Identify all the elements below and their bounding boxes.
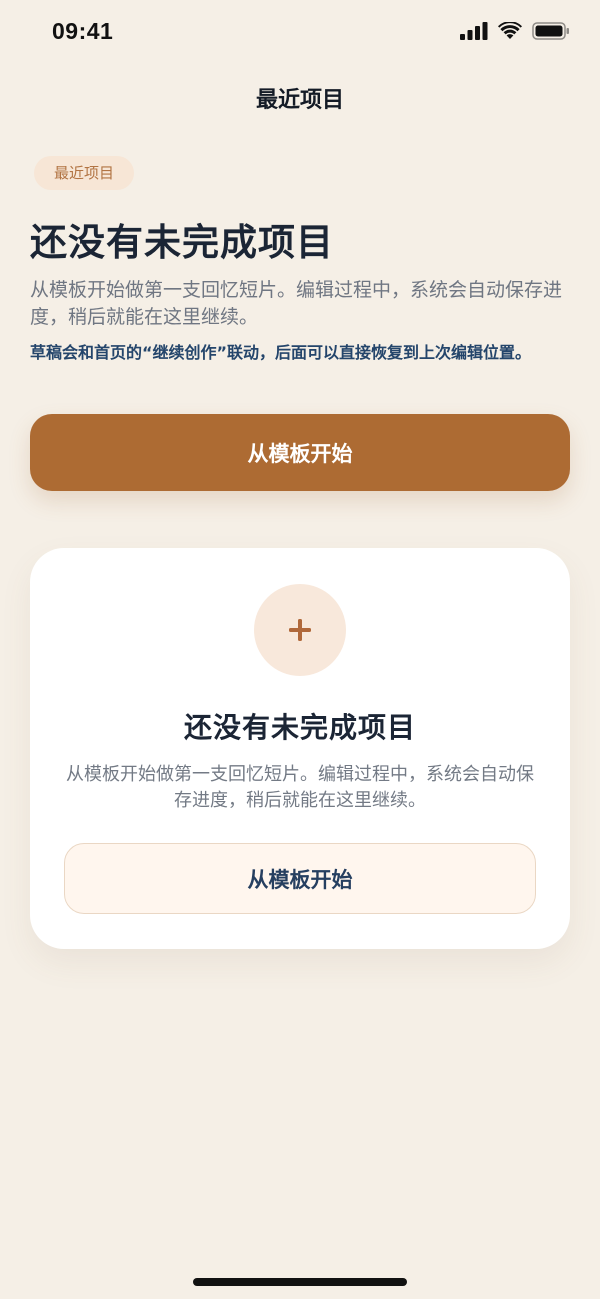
status-icons <box>460 22 570 40</box>
add-project-icon-wrapper <box>254 584 346 676</box>
empty-state-start-button[interactable]: 从模板开始 <box>64 843 536 914</box>
battery-icon <box>532 22 569 40</box>
empty-state-description: 从模板开始做第一支回忆短片。编辑过程中，系统会自动保存进度，稍后就能在这里继续。 <box>66 764 534 811</box>
section-badge: 最近项目 <box>34 156 135 190</box>
plus-icon <box>289 619 311 641</box>
hero-note: 草稿会和首页的“继续创作”联动，后面可以直接恢复到上次编辑位置。 <box>30 343 532 362</box>
status-time: 09:41 <box>52 18 114 44</box>
wifi-icon <box>498 22 522 39</box>
page-title: 最近项目 <box>255 88 344 113</box>
hero-title: 还没有未完成项目 <box>30 221 334 264</box>
empty-state-title: 还没有未完成项目 <box>183 711 416 744</box>
start-from-template-button[interactable]: 从模板开始 <box>30 414 570 491</box>
status-bar: 09:41 <box>0 0 600 64</box>
cellular-signal-icon <box>460 22 488 40</box>
empty-state-card: 还没有未完成项目 从模板开始做第一支回忆短片。编辑过程中，系统会自动保存进度，稍… <box>30 548 570 949</box>
home-indicator[interactable] <box>193 1278 407 1286</box>
hero-description: 从模板开始做第一支回忆短片。编辑过程中，系统会自动保存进度，稍后就能在这里继续。 <box>30 279 563 328</box>
